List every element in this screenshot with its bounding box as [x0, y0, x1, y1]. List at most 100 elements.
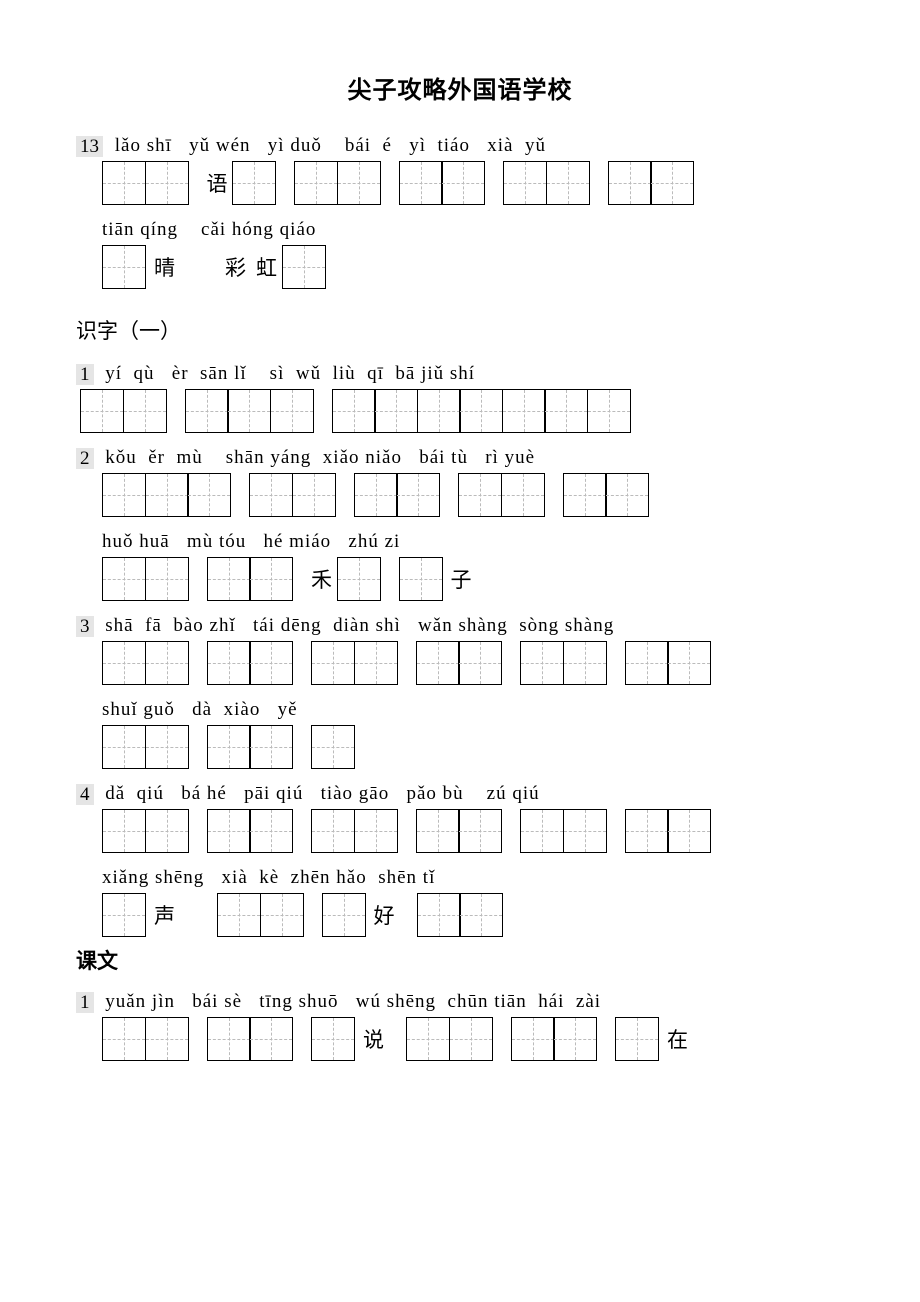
char-box[interactable] [207, 557, 251, 601]
char-box[interactable] [417, 893, 461, 937]
char-box[interactable] [292, 473, 336, 517]
box-group: 彩虹 [225, 245, 326, 289]
char-box[interactable] [207, 725, 251, 769]
char-box[interactable] [227, 389, 271, 433]
box-group [207, 725, 294, 769]
char-box[interactable] [282, 245, 326, 289]
char-box[interactable] [625, 641, 669, 685]
char-box[interactable] [311, 725, 355, 769]
char-box[interactable] [563, 809, 607, 853]
char-box[interactable] [615, 1017, 659, 1061]
char-box[interactable] [501, 473, 545, 517]
char-box[interactable] [458, 809, 502, 853]
char-box[interactable] [459, 389, 503, 433]
char-box[interactable] [458, 473, 502, 517]
char-box[interactable] [217, 893, 261, 937]
char-box[interactable] [374, 389, 418, 433]
char-box[interactable] [249, 725, 293, 769]
char-box[interactable] [625, 809, 669, 853]
char-box[interactable] [406, 1017, 450, 1061]
char-box[interactable] [322, 893, 366, 937]
char-box[interactable] [187, 473, 231, 517]
char-box[interactable] [311, 641, 355, 685]
char-box[interactable] [396, 473, 440, 517]
char-box[interactable] [80, 389, 124, 433]
char-box[interactable] [102, 893, 146, 937]
box-group: 在 [615, 1017, 692, 1061]
pinyin-row: 1 yuǎn jìn bái sè tīng shuō wú shēng chū… [76, 991, 844, 1013]
char-box[interactable] [102, 161, 146, 205]
line-number: 4 [76, 784, 94, 805]
char-box[interactable] [232, 161, 276, 205]
char-box[interactable] [337, 557, 381, 601]
char-box[interactable] [311, 809, 355, 853]
char-box[interactable] [207, 1017, 251, 1061]
char-box[interactable] [416, 641, 460, 685]
char-box[interactable] [249, 557, 293, 601]
box-group: 晴 [102, 245, 179, 289]
char-box[interactable] [294, 161, 338, 205]
box-row: 语 [76, 161, 844, 205]
char-box[interactable] [546, 161, 590, 205]
char-box[interactable] [563, 473, 607, 517]
char-box[interactable] [503, 161, 547, 205]
char-box[interactable] [311, 1017, 355, 1061]
char-box[interactable] [417, 389, 461, 433]
char-box[interactable] [399, 161, 443, 205]
char-box[interactable] [667, 641, 711, 685]
char-box[interactable] [145, 557, 189, 601]
char-box[interactable] [207, 809, 251, 853]
char-box[interactable] [449, 1017, 493, 1061]
char-box[interactable] [102, 557, 146, 601]
char-box[interactable] [458, 641, 502, 685]
char-box[interactable] [102, 809, 146, 853]
char-box[interactable] [354, 641, 398, 685]
char-box[interactable] [605, 473, 649, 517]
char-box[interactable] [416, 809, 460, 853]
char-box[interactable] [553, 1017, 597, 1061]
char-box[interactable] [608, 161, 652, 205]
char-box[interactable] [249, 809, 293, 853]
char-box[interactable] [511, 1017, 555, 1061]
char-box[interactable] [337, 161, 381, 205]
char-box[interactable] [102, 641, 146, 685]
char-box[interactable] [145, 473, 189, 517]
line-number: 1 [76, 364, 94, 385]
char-box[interactable] [354, 809, 398, 853]
char-box[interactable] [102, 245, 146, 289]
char-box[interactable] [145, 809, 189, 853]
char-box[interactable] [354, 473, 398, 517]
char-box[interactable] [207, 641, 251, 685]
char-box[interactable] [459, 893, 503, 937]
char-box[interactable] [145, 725, 189, 769]
char-box[interactable] [563, 641, 607, 685]
char-box[interactable] [587, 389, 631, 433]
char-box[interactable] [145, 1017, 189, 1061]
pinyin-row: huǒ huā mù tóu hé miáo zhú zi [76, 531, 844, 553]
char-box[interactable] [249, 473, 293, 517]
box-group [416, 641, 503, 685]
char-box[interactable] [249, 641, 293, 685]
char-box[interactable] [650, 161, 694, 205]
char-box[interactable] [520, 641, 564, 685]
pinyin-row: xiǎng shēng xià kè zhēn hǎo shēn tǐ [76, 867, 844, 889]
char-box[interactable] [667, 809, 711, 853]
char-box[interactable] [544, 389, 588, 433]
char-box[interactable] [123, 389, 167, 433]
char-box[interactable] [249, 1017, 293, 1061]
char-box[interactable] [270, 389, 314, 433]
char-box[interactable] [102, 473, 146, 517]
char-box[interactable] [260, 893, 304, 937]
box-row: 晴 彩虹 [76, 245, 844, 289]
char-box[interactable] [332, 389, 376, 433]
char-box[interactable] [145, 641, 189, 685]
char-box[interactable] [399, 557, 443, 601]
char-box[interactable] [502, 389, 546, 433]
line-number: 2 [76, 448, 94, 469]
char-box[interactable] [520, 809, 564, 853]
char-box[interactable] [441, 161, 485, 205]
char-box[interactable] [102, 725, 146, 769]
char-box[interactable] [145, 161, 189, 205]
char-box[interactable] [102, 1017, 146, 1061]
char-box[interactable] [185, 389, 229, 433]
